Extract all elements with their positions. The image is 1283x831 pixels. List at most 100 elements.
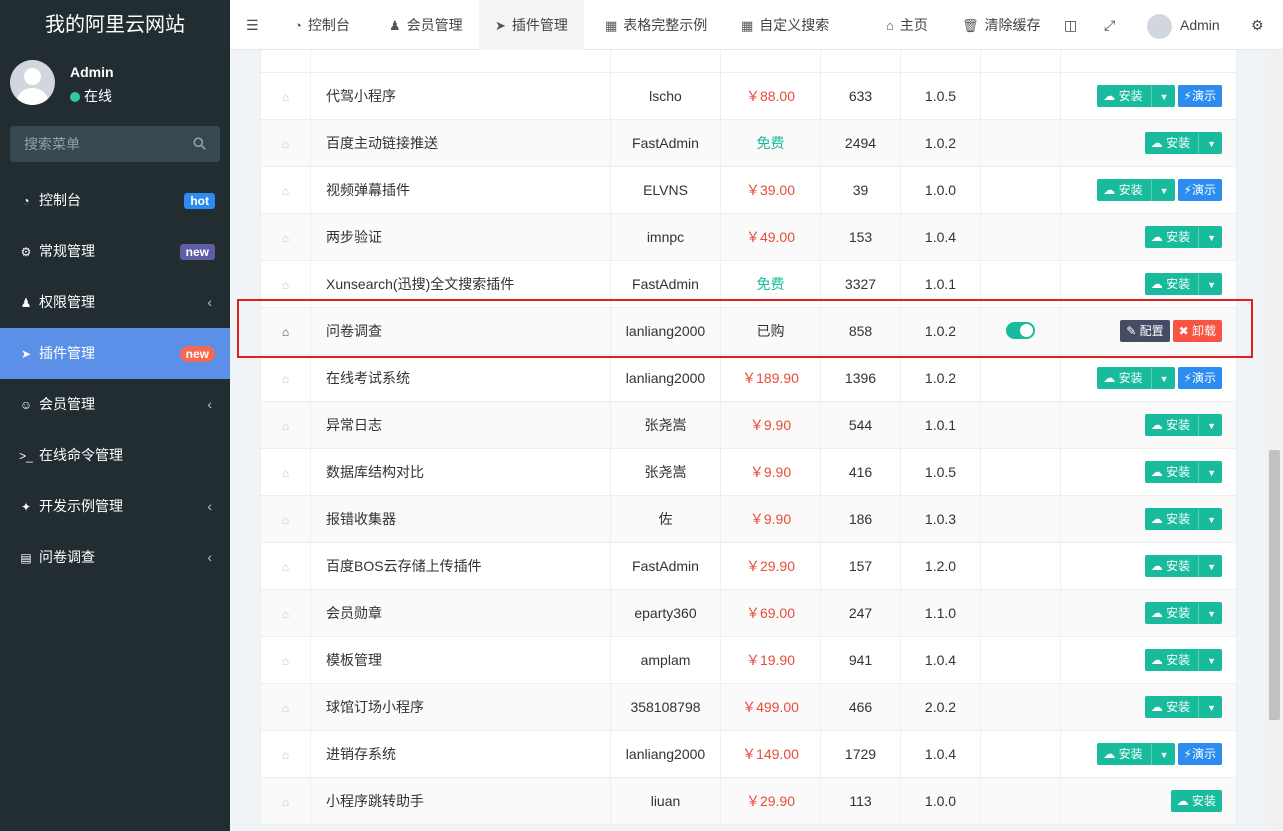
sidebar-item-6[interactable]: ✦ 开发示例管理 ‹: [0, 481, 230, 532]
caret-down-icon[interactable]: ▼: [1150, 367, 1169, 390]
search-icon[interactable]: [193, 137, 206, 150]
action-buttons: ☁ 安装: [1060, 777, 1237, 825]
plugin-price: ￥29.90: [720, 777, 821, 825]
fullscreen-icon[interactable]: ⤢: [1104, 0, 1115, 50]
cogs-icon: ⚙: [20, 245, 32, 259]
install-button[interactable]: ☁ 安装 ▼: [1097, 742, 1175, 766]
demo-button[interactable]: ⚡演示: [1177, 84, 1222, 107]
scrollbar-thumb[interactable]: [1269, 450, 1280, 720]
caret-down-icon[interactable]: ▼: [1198, 273, 1216, 296]
demo-button[interactable]: ⚡演示: [1177, 742, 1222, 765]
home-icon[interactable]: ⌂: [282, 90, 289, 104]
table-row: ⌂ 会员勋章 eparty360 ￥69.00 247 1.1.0 ☁ 安装 ▼: [260, 589, 1237, 637]
home-icon[interactable]: ⌂: [282, 137, 289, 151]
home-icon[interactable]: ⌂: [282, 513, 289, 527]
caret-down-icon[interactable]: ▼: [1198, 226, 1216, 249]
config-button[interactable]: ✎ 配置: [1120, 319, 1170, 342]
caret-down-icon[interactable]: ▼: [1150, 179, 1169, 202]
table-row: ⌂ 数据库结构对比 张尧嵩 ￥9.90 416 1.0.5 ☁ 安装 ▼: [260, 448, 1237, 496]
caret-down-icon[interactable]: ▼: [1198, 461, 1216, 484]
site-logo[interactable]: 我的阿里云网站: [0, 0, 230, 50]
sidebar-item-label: 控制台: [39, 192, 81, 208]
sidebar-item-3[interactable]: ➤ 插件管理 new: [0, 328, 230, 379]
install-button[interactable]: ☁ 安装 ▼: [1144, 413, 1222, 437]
install-button[interactable]: ☁ 安装 ▼: [1144, 460, 1222, 484]
caret-down-icon[interactable]: ▼: [1198, 414, 1216, 437]
caret-down-icon[interactable]: ▼: [1150, 85, 1169, 108]
sidebar-item-label: 在线命令管理: [39, 447, 123, 463]
install-button[interactable]: ☁ 安装 ▼: [1144, 695, 1222, 719]
install-button[interactable]: ☁ 安装 ▼: [1097, 84, 1175, 108]
tab-custom-search[interactable]: ▦ 自定义搜索: [727, 0, 843, 50]
install-button[interactable]: ☁ 安装 ▼: [1144, 272, 1222, 296]
table-row: ⌂ Xunsearch(迅搜)全文搜索插件 FastAdmin 免费 3327 1.0.1…: [260, 260, 1237, 308]
home-icon[interactable]: ⌂: [282, 419, 289, 433]
admin-menu[interactable]: Admin: [1147, 0, 1220, 50]
tab-member[interactable]: ♟ 会员管理: [375, 0, 477, 50]
sidebar-toggle-icon[interactable]: ☰: [246, 0, 259, 50]
plugin-version: 1.0.0: [900, 166, 981, 214]
install-button[interactable]: ☁ 安装: [1170, 789, 1222, 812]
page-scrollbar[interactable]: [1266, 50, 1283, 831]
demo-button[interactable]: ⚡演示: [1177, 366, 1222, 389]
caret-down-icon[interactable]: ▼: [1198, 649, 1216, 672]
install-button[interactable]: ☁ 安装 ▼: [1144, 131, 1222, 155]
home-icon[interactable]: ⌂: [282, 654, 289, 668]
install-button[interactable]: ☁ 安装 ▼: [1144, 507, 1222, 531]
install-button[interactable]: ☁ 安装 ▼: [1144, 554, 1222, 578]
demo-button[interactable]: ⚡演示: [1177, 178, 1222, 201]
sidebar-item-0[interactable]: ◔ 控制台 hot: [0, 175, 230, 226]
settings-icon[interactable]: ⚙: [1251, 0, 1264, 50]
install-button[interactable]: ☁ 安装 ▼: [1097, 178, 1175, 202]
table-icon: ▦: [605, 18, 618, 33]
caret-down-icon[interactable]: ▼: [1198, 696, 1216, 719]
install-button[interactable]: ☁ 安装 ▼: [1144, 225, 1222, 249]
install-button[interactable]: ☁ 安装 ▼: [1097, 366, 1175, 390]
home-icon[interactable]: ⌂: [282, 748, 289, 762]
clear-cache-button[interactable]: 🗑 清除缓存: [962, 0, 1041, 50]
sidebar-item-1[interactable]: ⚙ 常规管理 new: [0, 226, 230, 277]
home-icon[interactable]: ⌂: [282, 795, 289, 809]
sidebar-item-7[interactable]: ▤ 问卷调查 ‹: [0, 532, 230, 583]
uninstall-button[interactable]: ✖ 卸载: [1172, 319, 1222, 342]
home-icon[interactable]: ⌂: [282, 372, 289, 386]
tab-dashboard[interactable]: ◔ 控制台: [280, 0, 364, 50]
caret-down-icon[interactable]: ▼: [1198, 132, 1216, 155]
caret-down-icon[interactable]: ▼: [1198, 555, 1216, 578]
table-row: ⌂ 两步验证 imnpc ￥49.00 153 1.0.4 ☁ 安装 ▼: [260, 213, 1237, 261]
bolt-icon: ⚡: [1183, 746, 1192, 761]
enable-toggle[interactable]: [1006, 322, 1035, 340]
install-button[interactable]: ☁ 安装 ▼: [1144, 648, 1222, 672]
home-icon[interactable]: ⌂: [282, 466, 289, 480]
install-button[interactable]: ☁ 安装 ▼: [1144, 601, 1222, 625]
tab-table-example[interactable]: ▦ 表格完整示例: [591, 0, 721, 50]
cloud-download-icon: ☁: [1150, 511, 1163, 526]
home-icon[interactable]: ⌂: [282, 231, 289, 245]
caret-down-icon[interactable]: ▼: [1198, 602, 1216, 625]
home-link[interactable]: ⌂ 主页: [886, 0, 928, 50]
caret-down-icon[interactable]: ▼: [1150, 743, 1169, 766]
sidebar-item-5[interactable]: >_ 在线命令管理: [0, 430, 230, 481]
plugin-name: 问卷调查: [310, 307, 611, 355]
home-icon[interactable]: ⌂: [282, 607, 289, 621]
home-icon[interactable]: ⌂: [282, 278, 289, 292]
action-buttons: ☁ 安装 ▼: [1060, 589, 1237, 637]
home-icon[interactable]: ⌂: [282, 701, 289, 715]
language-icon[interactable]: ◫: [1064, 0, 1077, 50]
cloud-download-icon: ☁: [1150, 652, 1163, 667]
file-icon: ▤: [20, 551, 32, 565]
tab-plugin[interactable]: ➤ 插件管理: [479, 0, 584, 50]
cloud-download-icon: ☁: [1150, 464, 1163, 479]
home-icon[interactable]: ⌂: [282, 184, 289, 198]
home-icon[interactable]: ⌂: [282, 325, 289, 339]
action-buttons: ☁ 安装 ▼: [1060, 495, 1237, 543]
dashboard-icon: ◔: [22, 194, 30, 208]
sidebar-item-4[interactable]: ☺ 会员管理 ‹: [0, 379, 230, 430]
home-icon[interactable]: ⌂: [282, 560, 289, 574]
sidebar-item-2[interactable]: ♟ 权限管理 ‹: [0, 277, 230, 328]
menu-search-input[interactable]: [10, 126, 180, 162]
plugin-version: 1.0.4: [900, 213, 981, 261]
caret-down-icon[interactable]: ▼: [1198, 508, 1216, 531]
sidebar-item-label: 开发示例管理: [39, 498, 123, 514]
cloud-download-icon: ☁: [1150, 417, 1163, 432]
